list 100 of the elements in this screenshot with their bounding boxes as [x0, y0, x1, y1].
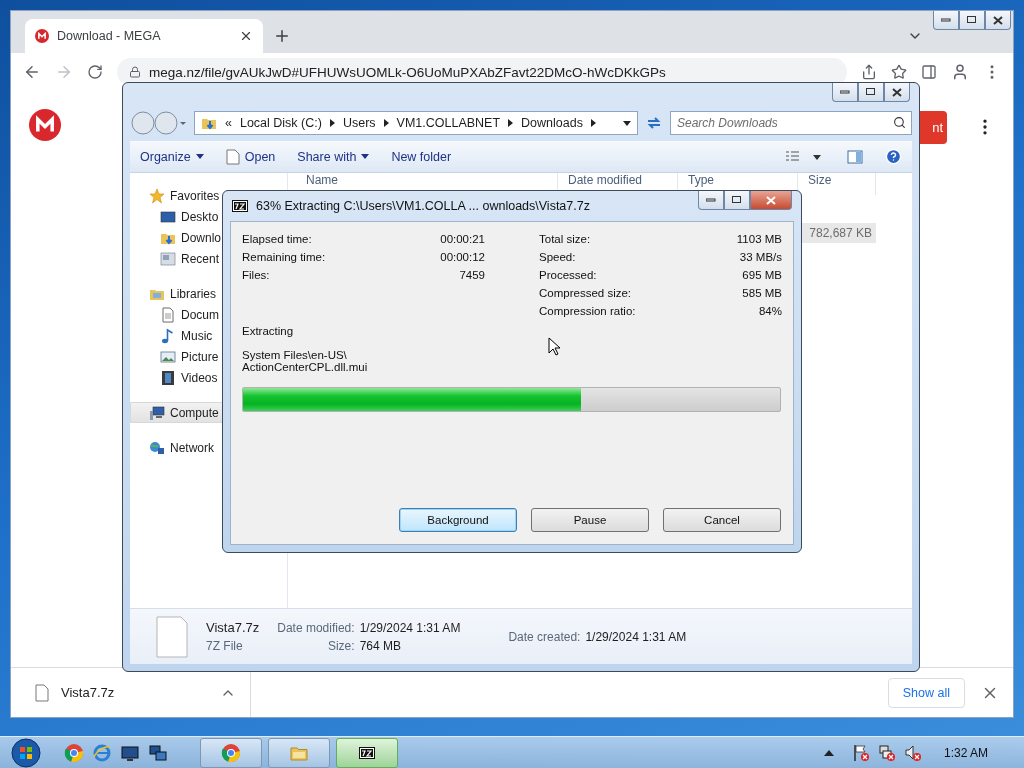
breadcrumb-arrow-icon[interactable]: [383, 119, 389, 127]
share-icon[interactable]: [861, 64, 877, 80]
network-icon: [149, 439, 165, 456]
minimize-icon: [840, 90, 850, 94]
ie-icon: [92, 742, 112, 763]
speaker-icon: [903, 743, 922, 762]
dialog-button[interactable]: Pause: [531, 508, 649, 532]
maximize-button[interactable]: [858, 83, 884, 102]
star-icon[interactable]: [891, 64, 907, 80]
stat-label: Remaining time:: [242, 251, 327, 263]
minimize-icon: [941, 18, 951, 22]
recent-icon: [160, 250, 176, 267]
help-icon[interactable]: [885, 148, 902, 165]
show-hidden-icons-icon[interactable]: [823, 749, 834, 756]
breadcrumb-arrow-icon[interactable]: [508, 119, 514, 127]
maximize-button[interactable]: [724, 191, 750, 210]
show-all-button[interactable]: Show all: [887, 677, 965, 708]
command-button[interactable]: Share with: [297, 149, 370, 164]
stat-label: Compressed size:: [539, 287, 633, 299]
stat-label: Files:: [242, 269, 271, 281]
maximize-button[interactable]: [959, 11, 985, 30]
side-panel-icon[interactable]: [921, 64, 937, 80]
close-icon: [993, 15, 1003, 25]
detail-label: Date modified:: [277, 620, 355, 635]
breadcrumb-overflow[interactable]: «: [225, 116, 232, 130]
stat-value: 695 MB: [741, 269, 782, 281]
stat-value: 585 MB: [741, 287, 782, 299]
download-filename[interactable]: Vista7.7z: [61, 685, 208, 700]
breadcrumb-arrow-icon[interactable]: [590, 119, 596, 127]
file-name: Vista7.7z: [206, 620, 260, 635]
detail-value: 1/29/2024 1:31 AM: [359, 620, 461, 635]
address-bar[interactable]: « Local Disk (C:) Users VM1.COLLABNET Downloads: [194, 111, 638, 135]
document-icon: [225, 148, 240, 165]
close-button[interactable]: [985, 11, 1011, 30]
command-button[interactable]: Open: [225, 148, 276, 165]
file-path: System Files\en-US\: [242, 349, 347, 361]
flag-icon: [851, 743, 870, 762]
command-button[interactable]: Organize: [140, 149, 204, 164]
file-icon: [35, 683, 49, 702]
mega-logo: [29, 109, 61, 141]
breadcrumb-item[interactable]: Local Disk (C:): [239, 116, 322, 130]
profile-icon[interactable]: [951, 63, 969, 81]
clock[interactable]: 1:32 AM: [943, 745, 988, 760]
status-text: Extracting: [242, 325, 295, 339]
stat-label: Elapsed time:: [242, 233, 313, 245]
mega-logo: [35, 29, 49, 43]
taskbar-button[interactable]: [336, 737, 398, 768]
command-button[interactable]: New folder: [391, 149, 452, 164]
stat-label: Compression ratio:: [539, 305, 637, 317]
lock-icon: [129, 66, 141, 78]
pictures-icon: [160, 348, 176, 365]
dialog-title: 63% Extracting C:\Users\VM1.COLLA ... ownloads\Vista7.7z: [256, 199, 591, 213]
breadcrumb-arrow-icon[interactable]: [329, 119, 335, 127]
breadcrumb-item[interactable]: VM1.COLLABNET: [396, 116, 501, 130]
browser-tab[interactable]: Download - MEGA: [25, 19, 263, 53]
chrome-icon: [221, 742, 241, 763]
minimize-icon: [706, 198, 716, 202]
computer-icon: [149, 404, 165, 421]
new-tab-icon[interactable]: [273, 27, 291, 45]
cursor-icon: [548, 337, 562, 357]
document-icon: [160, 306, 176, 323]
stat-value: 84%: [757, 305, 782, 317]
url-text: mega.nz/file/gvAUkJwD#UFHUWsUOMLk-O6UoMuPXAbZFavt22DMcO-hWcDKkGPs: [149, 64, 666, 80]
dropdown-icon[interactable]: [623, 120, 631, 126]
stat-value: 00:00:21: [440, 233, 485, 245]
maximize-icon: [967, 16, 977, 24]
file-path: ActionCenterCPL.dll.mui: [242, 361, 368, 373]
dropdown-icon: [195, 154, 204, 159]
maximize-icon: [866, 88, 876, 96]
dialog-button[interactable]: Background: [399, 508, 517, 532]
search-field[interactable]: Search Downloads: [670, 111, 912, 135]
star-icon: [149, 187, 165, 204]
detail-value: 1/29/2024 1:31 AM: [585, 629, 687, 644]
stat-label: Processed:: [539, 269, 598, 281]
dropdown-icon: [361, 154, 370, 159]
close-button[interactable]: [884, 83, 910, 102]
search-icon: [893, 116, 906, 129]
back-icon[interactable]: [23, 63, 41, 81]
network-icon: [148, 742, 168, 763]
close-icon[interactable]: [239, 29, 253, 43]
stat-value: 33 MB/s: [738, 251, 782, 263]
page-button[interactable]: nt: [919, 111, 947, 144]
stat-value: 1103 MB: [736, 233, 782, 245]
breadcrumb-item[interactable]: Users: [342, 116, 376, 130]
detail-value: 764 MB: [359, 638, 402, 653]
breadcrumb-item[interactable]: Downloads: [521, 116, 583, 130]
close-icon: [892, 87, 902, 97]
detail-label: Date created:: [508, 629, 581, 644]
close-icon: [766, 195, 776, 205]
music-icon: [160, 327, 176, 344]
network-icon: [877, 743, 896, 762]
reload-icon[interactable]: [87, 64, 103, 80]
dialog-button[interactable]: Cancel: [663, 508, 781, 532]
maximize-icon: [732, 196, 742, 204]
start-orb-icon: [11, 737, 41, 768]
desktop-icon: [160, 208, 176, 225]
videos-icon: [160, 369, 176, 386]
file-icon: [156, 615, 188, 658]
detail-label: Size:: [326, 638, 355, 653]
stat-value: 00:00:12: [440, 251, 485, 263]
